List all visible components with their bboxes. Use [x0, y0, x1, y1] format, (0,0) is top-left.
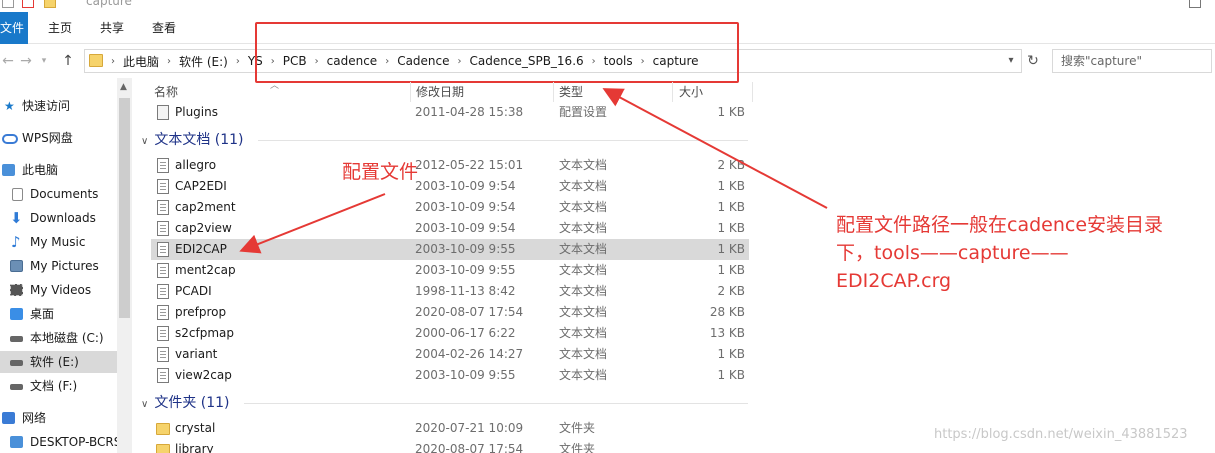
watermark: https://blog.csdn.net/weixin_43881523	[934, 427, 1188, 442]
annotation-path-line-3: EDI2CAP.crg	[836, 270, 952, 292]
annotation-config-label: 配置文件	[342, 161, 419, 183]
arrow-to-edi2cap	[239, 193, 386, 254]
annotation-path-line-2: 下，tools——capture——	[836, 242, 1069, 264]
arrow-to-path	[602, 88, 828, 209]
annotation-path-line-1: 配置文件路径一般在cadence安装目录	[836, 214, 1164, 236]
